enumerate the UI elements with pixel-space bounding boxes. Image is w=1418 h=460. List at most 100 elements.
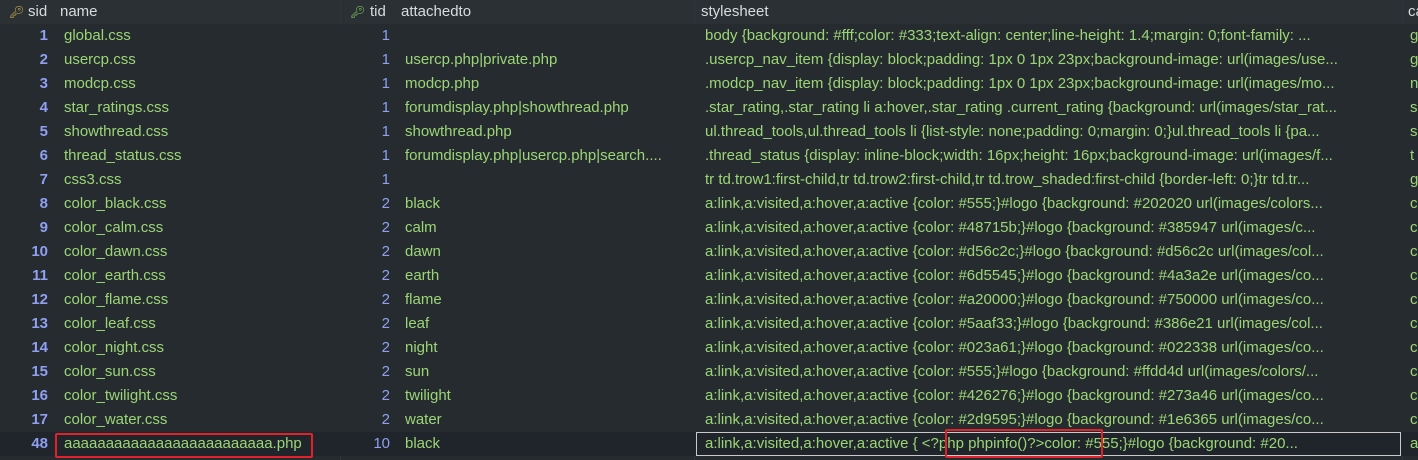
cell-tid[interactable]: 1 — [340, 48, 390, 72]
cell-tid[interactable]: 2 — [340, 216, 390, 240]
cell-cachefile[interactable]: c — [1410, 408, 1418, 432]
cell-sid[interactable]: 7 — [0, 168, 48, 192]
cell-attachedto[interactable]: water — [405, 408, 685, 432]
cell-attachedto[interactable]: forumdisplay.php|usercp.php|search.... — [405, 144, 685, 168]
cell-tid[interactable]: 10 — [340, 432, 390, 456]
cell-name[interactable]: color_calm.css — [64, 216, 339, 240]
cell-attachedto[interactable]: showthread.php — [405, 120, 685, 144]
table-row[interactable]: 6 thread_status.css 1 forumdisplay.php|user… — [0, 144, 1418, 168]
cell-name[interactable]: css3.css — [64, 168, 339, 192]
cell-sid[interactable]: 14 — [0, 336, 48, 360]
cell-sid[interactable]: 4 — [0, 96, 48, 120]
cell-cachefile[interactable]: c — [1410, 216, 1418, 240]
cell-cachefile[interactable]: g — [1410, 168, 1418, 192]
cell-name[interactable]: color_leaf.css — [64, 312, 339, 336]
cell-cachefile[interactable]: s — [1410, 120, 1418, 144]
cell-sid[interactable]: 6 — [0, 144, 48, 168]
cell-attachedto[interactable]: black — [405, 432, 685, 456]
cell-sid[interactable]: 5 — [0, 120, 48, 144]
cell-stylesheet[interactable]: a:link,a:visited,a:hover,a:active {color… — [705, 288, 1397, 312]
cell-tid[interactable]: 2 — [340, 384, 390, 408]
column-header-stylesheet[interactable]: stylesheet — [701, 0, 1301, 24]
cell-attachedto[interactable]: usercp.php|private.php — [405, 48, 685, 72]
table-row[interactable]: 15 color_sun.css 2 sun a:link,a:visited,a:ho… — [0, 360, 1418, 384]
cell-attachedto[interactable]: black — [405, 192, 685, 216]
cell-stylesheet[interactable]: a:link,a:visited,a:hover,a:active {color… — [705, 240, 1397, 264]
cell-tid[interactable]: 2 — [340, 240, 390, 264]
column-header-sid[interactable]: sid — [28, 0, 58, 24]
cell-stylesheet[interactable]: ul.thread_tools,ul.thread_tools li {list… — [705, 120, 1397, 144]
cell-attachedto[interactable]: sun — [405, 360, 685, 384]
cell-name[interactable]: thread_status.css — [64, 144, 339, 168]
cell-tid[interactable]: 2 — [340, 288, 390, 312]
cell-stylesheet[interactable]: body {background: #fff;color: #333;text-… — [705, 24, 1397, 48]
cell-name[interactable]: color_flame.css — [64, 288, 339, 312]
cell-name[interactable]: color_dawn.css — [64, 240, 339, 264]
cell-attachedto[interactable]: flame — [405, 288, 685, 312]
cell-name[interactable]: color_twilight.css — [64, 384, 339, 408]
cell-sid[interactable]: 17 — [0, 408, 48, 432]
table-row[interactable]: 16 color_twilight.css 2 twilight a:link,a:vi… — [0, 384, 1418, 408]
cell-stylesheet[interactable]: a:link,a:visited,a:hover,a:active {color… — [705, 336, 1397, 360]
cell-cachefile[interactable]: g — [1410, 24, 1418, 48]
cell-tid[interactable]: 1 — [340, 168, 390, 192]
table-row[interactable]: 2 usercp.css 1 usercp.php|private.php .userc… — [0, 48, 1418, 72]
cell-cachefile[interactable]: c — [1410, 312, 1418, 336]
cell-cachefile[interactable]: c — [1410, 240, 1418, 264]
cell-attachedto[interactable]: twilight — [405, 384, 685, 408]
cell-stylesheet[interactable]: .modcp_nav_item {display: block;padding:… — [705, 72, 1397, 96]
cell-attachedto[interactable]: dawn — [405, 240, 685, 264]
table-row[interactable]: 17 color_water.css 2 water a:link,a:visited,… — [0, 408, 1418, 432]
column-header-attachedto[interactable]: attachedto — [401, 0, 681, 24]
table-row[interactable]: 13 color_leaf.css 2 leaf a:link,a:visited,a:… — [0, 312, 1418, 336]
cell-stylesheet[interactable]: .usercp_nav_item {display: block;padding… — [705, 48, 1397, 72]
cell-stylesheet[interactable]: a:link,a:visited,a:hover,a:active {color… — [705, 312, 1397, 336]
cell-tid[interactable]: 1 — [340, 120, 390, 144]
cell-cachefile[interactable]: c — [1410, 360, 1418, 384]
cell-tid[interactable]: 2 — [340, 408, 390, 432]
table-row[interactable]: 12 color_flame.css 2 flame a:link,a:visited,… — [0, 288, 1418, 312]
cell-cachefile[interactable]: t — [1410, 144, 1418, 168]
cell-stylesheet[interactable]: a:link,a:visited,a:hover,a:active {color… — [705, 192, 1397, 216]
cell-attachedto[interactable]: modcp.php — [405, 72, 685, 96]
cell-sid[interactable]: 2 — [0, 48, 48, 72]
cell-sid[interactable]: 12 — [0, 288, 48, 312]
cell-stylesheet[interactable]: .star_rating,.star_rating li a:hover,.st… — [705, 96, 1397, 120]
table-row[interactable]: 8 color_black.css 2 black a:link,a:visited,a… — [0, 192, 1418, 216]
table-row[interactable]: 1 global.css 1 body {background: #fff;color… — [0, 24, 1418, 48]
table-row[interactable]: 3 modcp.css 1 modcp.php .modcp_nav_item {dis… — [0, 72, 1418, 96]
table-row[interactable]: 7 css3.css 1 tr td.trow1:first-child,tr td.… — [0, 168, 1418, 192]
cell-stylesheet[interactable]: a:link,a:visited,a:hover,a:active {color… — [705, 264, 1397, 288]
cell-cachefile[interactable]: c — [1410, 384, 1418, 408]
cell-cachefile[interactable]: c — [1410, 336, 1418, 360]
cell-name[interactable]: usercp.css — [64, 48, 339, 72]
cell-sid[interactable]: 1 — [0, 24, 48, 48]
cell-sid[interactable]: 48 — [0, 432, 48, 456]
cell-attachedto[interactable] — [405, 168, 685, 192]
cell-cachefile[interactable]: c — [1410, 264, 1418, 288]
column-header-tid[interactable]: tid — [370, 0, 395, 24]
cell-tid[interactable]: 2 — [340, 336, 390, 360]
cell-name[interactable]: color_black.css — [64, 192, 339, 216]
cell-attachedto[interactable]: leaf — [405, 312, 685, 336]
cell-tid[interactable]: 1 — [340, 24, 390, 48]
table-row[interactable]: 4 star_ratings.css 1 forumdisplay.php|showt… — [0, 96, 1418, 120]
cell-attachedto[interactable] — [405, 24, 685, 48]
cell-attachedto[interactable]: forumdisplay.php|showthread.php — [405, 96, 685, 120]
cell-tid[interactable]: 2 — [340, 312, 390, 336]
table-row[interactable]: 11 color_earth.css 2 earth a:link,a:visited,… — [0, 264, 1418, 288]
cell-sid[interactable]: 9 — [0, 216, 48, 240]
cell-stylesheet[interactable]: a:link,a:visited,a:hover,a:active {color… — [705, 216, 1397, 240]
cell-stylesheet[interactable]: a:link,a:visited,a:hover,a:active {color… — [705, 360, 1397, 384]
cell-sid[interactable]: 13 — [0, 312, 48, 336]
cell-name[interactable]: global.css — [64, 24, 339, 48]
cell-sid[interactable]: 3 — [0, 72, 48, 96]
cell-sid[interactable]: 8 — [0, 192, 48, 216]
cell-name[interactable]: color_earth.css — [64, 264, 339, 288]
cell-sid[interactable]: 10 — [0, 240, 48, 264]
column-header-name[interactable]: name — [60, 0, 330, 24]
table-row[interactable]: 9 color_calm.css 2 calm a:link,a:visited,a:h… — [0, 216, 1418, 240]
cell-name[interactable]: star_ratings.css — [64, 96, 339, 120]
cell-cachefile[interactable]: s — [1410, 96, 1418, 120]
cell-tid[interactable]: 2 — [340, 264, 390, 288]
